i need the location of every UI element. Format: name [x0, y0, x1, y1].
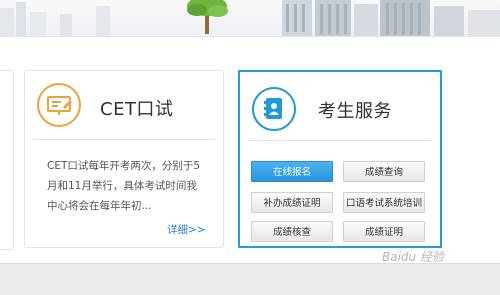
- card-divider: [33, 139, 215, 140]
- watermark-logo: Baidu 经验: [382, 250, 444, 264]
- score-query-button[interactable]: 成绩查询: [343, 161, 425, 182]
- online-registration-button[interactable]: 在线报名: [251, 161, 333, 182]
- contact-book-icon: [252, 87, 296, 131]
- presentation-board-icon: [37, 83, 81, 127]
- previous-card-edge: [0, 70, 14, 250]
- score-verification-button[interactable]: 成绩核查: [251, 221, 333, 242]
- oral-exam-training-button[interactable]: 口语考试系统培训: [343, 192, 425, 213]
- cet-card-header: CET口试: [25, 71, 223, 137]
- reissue-certificate-button[interactable]: 补办成绩证明: [251, 192, 333, 213]
- city-skyline-illustration: [0, 0, 500, 36]
- footer-strip: [0, 263, 500, 295]
- card-divider: [248, 140, 432, 141]
- service-card-header: 考生服务: [240, 72, 440, 138]
- score-certificate-button[interactable]: 成绩证明: [343, 221, 425, 242]
- service-card-title: 考生服务: [318, 101, 392, 122]
- cet-description: CET口试每年开考两次，分别于5月和11月举行，具体考试时间我中心将会在每年年初…: [47, 160, 201, 212]
- top-banner: [0, 0, 500, 37]
- candidate-service-card: 考生服务 在线报名 成绩查询 补办成绩证明 口语考试系统培训 成绩核查 成绩证明: [238, 70, 442, 248]
- cet-details-link[interactable]: 详细>>: [167, 222, 206, 237]
- cet-card-title: CET口试: [100, 99, 174, 120]
- cet-oral-card: CET口试 CET口试每年开考两次，分别于5月和11月举行，具体考试时间我中心将…: [24, 70, 224, 248]
